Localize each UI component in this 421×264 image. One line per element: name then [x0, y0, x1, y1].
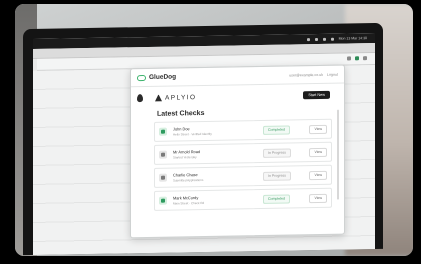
- battery-icon[interactable]: [330, 37, 334, 41]
- view-button[interactable]: View: [309, 170, 327, 180]
- brand-name: GlueDog: [149, 73, 177, 81]
- wifi-icon[interactable]: [322, 37, 326, 41]
- org-name: APLYIO: [165, 93, 197, 102]
- view-button[interactable]: View: [309, 193, 327, 203]
- check-subtitle: Submitted Applications: [173, 177, 204, 183]
- status-icon[interactable]: [306, 37, 310, 41]
- logout-link[interactable]: Logout: [327, 72, 338, 76]
- check-subtitle: Started Yesterday: [173, 155, 197, 160]
- menubar-clock[interactable]: Mon 13 Mar 14:30: [339, 36, 367, 40]
- check-icon: [159, 173, 167, 182]
- status-badge: Completed: [263, 193, 290, 204]
- check-row[interactable]: Mr Arnold Road Started Yesterday In Prog…: [154, 141, 332, 165]
- check-row[interactable]: Mark McCurdy Main Street · Check Rd Comp…: [154, 187, 332, 211]
- status-badge: In Progress: [263, 170, 291, 181]
- start-new-button[interactable]: Start New: [303, 90, 330, 100]
- view-button[interactable]: View: [309, 147, 327, 157]
- check-row[interactable]: John Doe Hello Street · Verified Identit…: [154, 118, 332, 142]
- gluedog-extension-icon[interactable]: [355, 56, 359, 61]
- check-icon: [159, 196, 167, 205]
- popup-scrollbar[interactable]: [337, 109, 339, 200]
- org-logo-icon: [155, 94, 162, 101]
- status-badge: Completed: [263, 124, 290, 135]
- status-icon[interactable]: [314, 37, 318, 41]
- view-button[interactable]: View: [309, 124, 327, 134]
- checks-list: John Doe Hello Street · Verified Identit…: [154, 118, 332, 214]
- laptop-screen: Mon 13 Mar 14:30 GlueDog user@example.co…: [33, 32, 375, 255]
- laptop-bezel: Mon 13 Mar 14:30 GlueDog user@example.co…: [23, 22, 383, 256]
- check-icon: [159, 150, 167, 159]
- check-subtitle: Main Street · Check Rd: [173, 200, 205, 206]
- check-icon: [159, 127, 167, 136]
- check-row[interactable]: Charlie Chase Submitted Applications In …: [154, 164, 332, 188]
- screenshot-frame: Mon 13 Mar 14:30 GlueDog user@example.co…: [15, 4, 413, 256]
- extension-icon[interactable]: [347, 56, 351, 61]
- drop-icon: [137, 94, 143, 103]
- menu-icon[interactable]: [363, 56, 367, 61]
- check-subtitle: Hello Street · Verified Identity: [173, 131, 212, 137]
- account-email: user@example.co.uk: [289, 72, 323, 77]
- gluedog-logo-icon: [137, 74, 146, 81]
- status-badge: In Progress: [263, 147, 291, 158]
